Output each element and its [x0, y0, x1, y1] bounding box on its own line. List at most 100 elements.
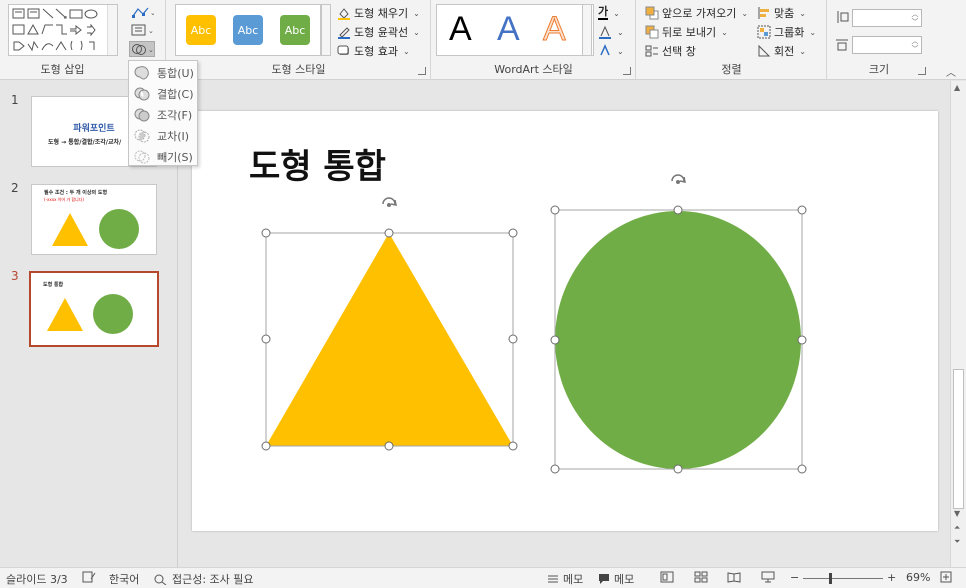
thumb2-circle	[99, 209, 139, 249]
style-preset-2[interactable]: Abc	[233, 15, 263, 45]
style-preset-3[interactable]: Abc	[280, 15, 310, 45]
normal-view-icon	[660, 571, 674, 583]
text-effects-button[interactable]: ⌄	[598, 42, 624, 60]
status-bar: 슬라이드 3/3 한국어 접근성: 조사 필요 메모 메모 − + 69%	[0, 567, 966, 588]
slide-thumbnail-2[interactable]: 필수 조건 : 두 개 이상의 도형 (-xxxx 이어 가 합니다)	[31, 184, 157, 255]
svg-text:⌄: ⌄	[150, 9, 154, 17]
style-gallery[interactable]: Abc Abc Abc	[175, 4, 321, 56]
fit-to-window-button[interactable]	[940, 571, 952, 583]
wordart-preset-1[interactable]: A	[449, 10, 472, 49]
merge-union-item[interactable]: 통합(U)	[129, 63, 197, 83]
reading-view-button[interactable]	[727, 571, 741, 583]
merge-shapes-button[interactable]: ⌄	[129, 41, 155, 57]
rotate-button[interactable]: 회전 ⌄	[757, 42, 806, 60]
merge-combine-item[interactable]: 결합(C)	[129, 84, 197, 104]
circle-shape[interactable]	[555, 211, 801, 469]
normal-view-button[interactable]	[660, 571, 674, 583]
accessibility-status[interactable]: 접근성: 조사 필요	[154, 571, 254, 587]
shapes-gallery-scroll[interactable]	[107, 5, 117, 55]
slide-number-2: 2	[11, 181, 19, 195]
merge-shapes-icon: ⌄	[132, 44, 154, 55]
zoom-level[interactable]: 69%	[906, 571, 930, 584]
text-outline-icon	[598, 25, 612, 39]
selection-pane-label: 선택 창	[662, 45, 696, 58]
triangle-rotate-handle[interactable]	[382, 197, 397, 207]
merge-intersect-item[interactable]: 교차(I)	[129, 126, 197, 146]
slide-thumbnail-3[interactable]: 도형 통합	[29, 271, 159, 347]
notes-toggle-1[interactable]: 메모	[547, 571, 583, 587]
selection-pane-icon	[645, 44, 659, 58]
shape-effects-button[interactable]: 도형 효과 ⌄	[337, 42, 410, 60]
merge-union-label: 통합(U)	[157, 67, 194, 80]
prev-slide-icon[interactable]: ⏶	[954, 523, 960, 533]
text-fill-button[interactable]: 가 ⌄	[598, 4, 620, 22]
shape-fill-label: 도형 채우기	[354, 7, 409, 20]
wordart-launcher[interactable]	[623, 67, 631, 75]
chevron-down-icon: ⌄	[799, 8, 806, 18]
thumb2-shapes	[52, 209, 139, 249]
circle-rotate-handle[interactable]	[671, 174, 686, 184]
next-slide-icon[interactable]: ⏷	[954, 537, 960, 547]
merge-fragment-label: 조각(F)	[157, 109, 193, 122]
slide[interactable]: 도형 통합	[192, 111, 938, 531]
zoom-out-button[interactable]: −	[790, 571, 799, 584]
edit-shape-button[interactable]: ⌄	[129, 4, 156, 20]
shapes-gallery-icons[interactable]	[10, 6, 108, 56]
wordart-preset-3[interactable]: A	[543, 10, 567, 49]
chevron-down-icon: ⌄	[617, 27, 624, 37]
accessibility-text: 접근성: 조사 필요	[172, 573, 254, 586]
arrange-group: 앞으로 가져오기 ⌄ 뒤로 보내기 ⌄ 선택 창 맞춤 ⌄ 그룹화 ⌄ 회전 ⌄ 정렬	[637, 0, 827, 80]
shape-outline-button[interactable]: 도형 윤곽선 ⌄	[337, 23, 420, 41]
shape-styles-launcher[interactable]	[418, 67, 426, 75]
fragment-icon	[134, 108, 150, 122]
chevron-down-icon: ⌄	[721, 27, 728, 37]
scroll-down-icon[interactable]: ▼	[954, 509, 960, 518]
chevron-down-icon: ⌄	[617, 46, 624, 56]
chevron-down-icon: ⌄	[799, 46, 806, 56]
bring-forward-button[interactable]: 앞으로 가져오기 ⌄	[645, 4, 748, 22]
notes-text-2: 메모	[614, 573, 635, 586]
triangle-shape[interactable]	[266, 233, 513, 446]
align-label: 맞춤	[774, 7, 795, 20]
svg-text:⌄: ⌄	[148, 27, 154, 35]
zoom-in-button[interactable]: +	[887, 571, 896, 584]
vertical-scrollbar[interactable]: ▲ ▼ ⏶ ⏷	[950, 81, 966, 567]
wordart-gallery-scroll[interactable]	[582, 4, 592, 56]
zoom-slider[interactable]	[803, 573, 883, 584]
rotate-icon	[757, 44, 771, 58]
slideshow-button[interactable]	[761, 571, 775, 583]
shape-fill-button[interactable]: 도형 채우기 ⌄	[337, 4, 420, 22]
merge-subtract-item[interactable]: 빼기(S)	[129, 147, 197, 167]
wordart-gallery[interactable]: A A A	[436, 4, 594, 56]
selection-pane-button[interactable]: 선택 창	[645, 42, 696, 60]
merge-fragment-item[interactable]: 조각(F)	[129, 105, 197, 125]
scroll-thumb[interactable]	[953, 369, 964, 509]
size-launcher[interactable]	[918, 67, 926, 75]
send-backward-button[interactable]: 뒤로 보내기 ⌄	[645, 23, 728, 41]
spell-check-status[interactable]	[82, 571, 96, 583]
notes-toggle-2[interactable]: 메모	[598, 571, 634, 587]
merge-shapes-menu: 통합(U) 결합(C) 조각(F) 교차(I) 빼기(S)	[128, 60, 198, 166]
thumb1-subtitle: 도형 → 통합/결합/조각/교차/	[48, 139, 122, 146]
text-box-button[interactable]: ⌄	[129, 22, 155, 38]
height-field[interactable]: ︿ ﹀	[852, 9, 922, 27]
width-field[interactable]: ︿ ﹀	[852, 36, 922, 54]
group-label: 그룹화	[774, 26, 805, 39]
text-outline-button[interactable]: ⌄	[598, 23, 624, 41]
slide-sorter-button[interactable]	[694, 571, 708, 583]
send-backward-label: 뒤로 보내기	[662, 26, 717, 39]
collapse-ribbon-icon[interactable]: ︿	[946, 64, 956, 79]
width-spinner[interactable]: ︿ ﹀	[909, 37, 921, 53]
bring-forward-icon	[645, 6, 659, 20]
scroll-up-icon[interactable]: ▲	[954, 83, 960, 92]
align-button[interactable]: 맞춤 ⌄	[757, 4, 806, 22]
height-spinner[interactable]: ︿ ﹀	[909, 10, 921, 26]
wordart-preset-2[interactable]: A	[497, 10, 520, 49]
style-gallery-scroll[interactable]	[321, 4, 331, 56]
wordart-group: A A A 가 ⌄ ⌄ ⌄ WordArt 스타일	[432, 0, 636, 80]
style-preset-1[interactable]: Abc	[186, 15, 216, 45]
shapes-gallery[interactable]	[8, 4, 118, 56]
zoom-slider-thumb[interactable]	[829, 573, 832, 584]
language-status[interactable]: 한국어	[109, 571, 139, 587]
group-button[interactable]: 그룹화 ⌄	[757, 23, 816, 41]
